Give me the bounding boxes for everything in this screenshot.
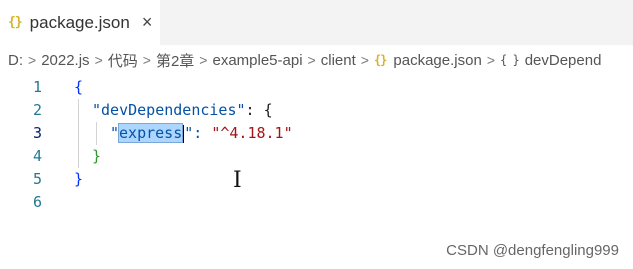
code-text: "devDependencies": {	[92, 99, 273, 122]
line-number: 3	[32, 124, 42, 142]
close-icon[interactable]: ×	[142, 12, 153, 33]
code-line-5[interactable]: 5 }	[0, 168, 633, 191]
chevron-right-icon: >	[307, 52, 316, 68]
code-editor[interactable]: 1 { 2 "devDependencies": { 3 "express ": …	[0, 76, 633, 269]
json-file-icon: {}	[8, 15, 23, 30]
chevron-right-icon: >	[360, 52, 369, 68]
object-icon: { }	[500, 53, 520, 67]
code-text: "express ": "^4.18.1"	[110, 122, 293, 145]
json-file-icon: {}	[373, 53, 387, 67]
close-brace: }	[92, 147, 102, 165]
breadcrumb-item-2022js[interactable]: 2022.js	[41, 52, 89, 69]
colon-brace: : {	[245, 101, 273, 119]
ibeam-cursor-icon: I	[233, 168, 242, 193]
quote: "	[110, 124, 120, 142]
line-number: 4	[32, 147, 42, 165]
breadcrumb-item-drive[interactable]: D:	[8, 52, 23, 69]
code-line-2[interactable]: 2 "devDependencies": {	[0, 99, 633, 122]
code-line-1[interactable]: 1 {	[0, 76, 633, 99]
code-text: {	[74, 76, 83, 99]
json-key: "devDependencies"	[92, 101, 246, 119]
breadcrumb: D: > 2022.js > 代码 > 第2章 > example5-api >…	[0, 46, 633, 74]
breadcrumb-item-devdependencies[interactable]: devDepend	[525, 52, 602, 69]
tab-bar: {} package.json ×	[0, 0, 633, 45]
breadcrumb-item-example5-api[interactable]: example5-api	[212, 52, 302, 69]
chevron-right-icon: >	[28, 52, 37, 68]
json-string-value: "^4.18.1"	[211, 124, 293, 142]
line-number: 5	[32, 170, 42, 188]
selected-text: express	[118, 123, 184, 143]
line-number: 2	[32, 101, 42, 119]
chevron-right-icon: >	[199, 52, 208, 68]
breadcrumb-item-chapter2[interactable]: 第2章	[156, 50, 194, 71]
close-brace: }	[74, 170, 84, 188]
breadcrumb-item-file[interactable]: package.json	[393, 52, 481, 69]
quote-colon: ":	[184, 124, 203, 142]
code-line-4[interactable]: 4 }	[0, 145, 633, 168]
code-text: }	[92, 145, 101, 168]
code-line-3[interactable]: 3 "express ": "^4.18.1"	[0, 122, 633, 145]
code-line-6[interactable]: 6	[0, 191, 633, 214]
breadcrumb-item-code[interactable]: 代码	[108, 50, 138, 71]
tab-package-json[interactable]: {} package.json ×	[0, 0, 160, 45]
line-number: 1	[32, 78, 42, 96]
tab-label: package.json	[29, 12, 130, 32]
code-text: }	[74, 168, 83, 191]
watermark: CSDN @dengfengling999	[446, 242, 619, 259]
chevron-right-icon: >	[94, 52, 103, 68]
chevron-right-icon: >	[142, 52, 151, 68]
breadcrumb-item-client[interactable]: client	[321, 52, 356, 69]
chevron-right-icon: >	[486, 52, 495, 68]
line-number: 6	[32, 193, 42, 211]
open-brace: {	[74, 78, 84, 96]
